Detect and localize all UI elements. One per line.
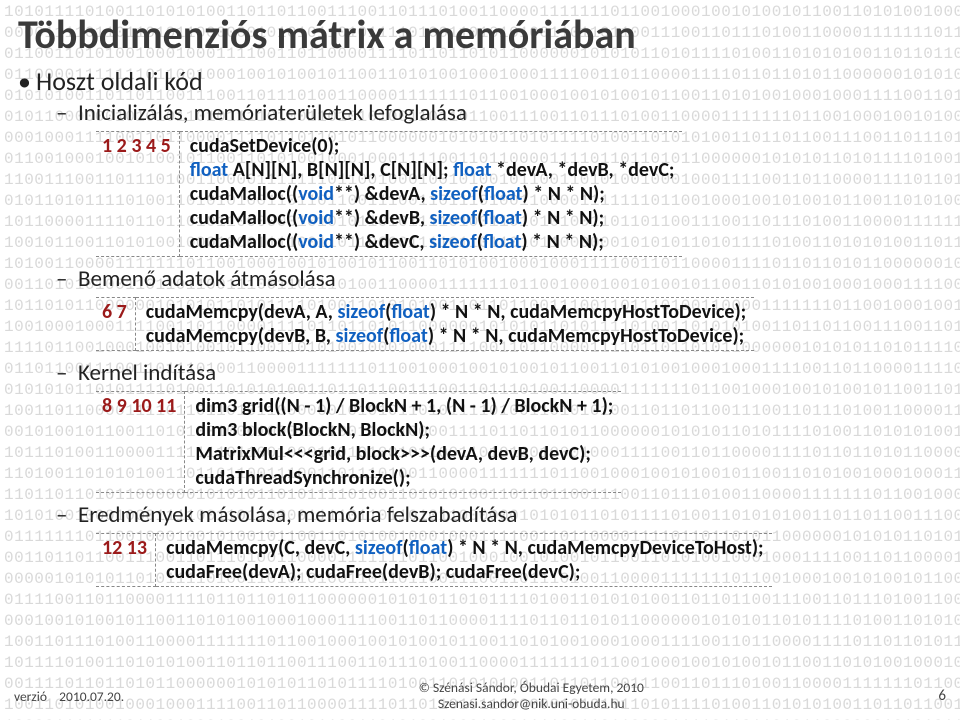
footer-copyright: © Szénási Sándor, Óbudai Egyetem, 2010 xyxy=(124,680,938,696)
code-block-4: 12 13 cudaMemcpy(C, devC, sizeof(float) … xyxy=(96,533,942,587)
bullet-level2: Inicializálás, memóriaterületek lefoglal… xyxy=(18,99,942,127)
footer-page-number: 6 xyxy=(938,687,946,705)
footer-email: Szenasi.sandor@nik.uni-obuda.hu xyxy=(124,696,938,712)
line-numbers: 1 2 3 4 5 xyxy=(96,131,180,257)
slide: Többdimenziós mátrix a memóriában Hoszt … xyxy=(0,0,960,720)
code-lines: cudaMemcpy(devA, A, sizeof(float) * N * … xyxy=(136,297,754,351)
line-numbers: 12 13 xyxy=(96,533,156,587)
code-block-2: 6 7 cudaMemcpy(devA, A, sizeof(float) * … xyxy=(96,297,942,351)
code-lines: cudaMemcpy(C, devC, sizeof(float) * N * … xyxy=(156,533,772,587)
code-block-1: 1 2 3 4 5 cudaSetDevice(0); float A[N][N… xyxy=(96,131,942,257)
code-lines: cudaSetDevice(0); float A[N][N], B[N][N]… xyxy=(180,131,683,257)
code-lines: dim3 grid((N - 1) / BlockN + 1, (N - 1) … xyxy=(185,391,621,493)
bullet-level2: Kernel indítása xyxy=(18,359,942,387)
slide-footer: verzió 2010.07.20. © Szénási Sándor, Óbu… xyxy=(0,672,960,720)
bullet-level2: Eredmények másolása, memória felszabadít… xyxy=(18,501,942,529)
version-label: verzió xyxy=(14,688,47,705)
slide-title: Többdimenziós mátrix a memóriában xyxy=(18,10,942,59)
footer-center: © Szénási Sándor, Óbudai Egyetem, 2010 S… xyxy=(124,680,938,712)
footer-left: verzió 2010.07.20. xyxy=(14,688,124,705)
footer-date: 2010.07.20. xyxy=(59,688,124,705)
line-numbers: 8 9 10 11 xyxy=(96,391,185,493)
line-numbers: 6 7 xyxy=(96,297,136,351)
code-block-3: 8 9 10 11 dim3 grid((N - 1) / BlockN + 1… xyxy=(96,391,942,493)
bullet-level1: Hoszt oldali kód xyxy=(18,65,942,97)
bullet-level2: Bemenő adatok átmásolása xyxy=(18,265,942,293)
